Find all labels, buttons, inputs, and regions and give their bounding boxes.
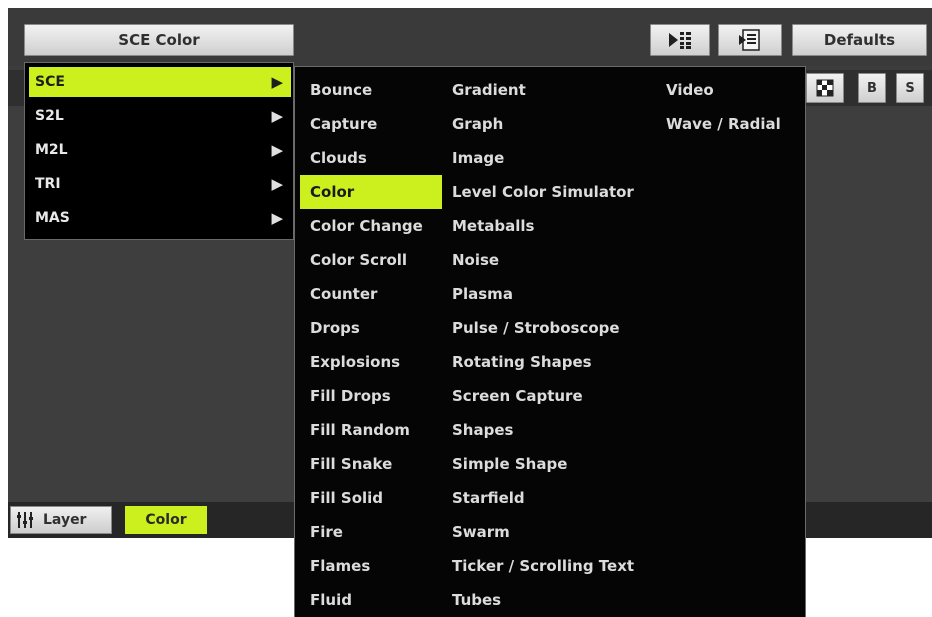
- effect-item-fill-solid[interactable]: Fill Solid: [300, 481, 442, 515]
- effect-item-starfield[interactable]: Starfield: [442, 481, 656, 515]
- effect-item-tubes[interactable]: Tubes: [442, 583, 656, 617]
- submenu-arrow-icon: ▶: [271, 73, 283, 91]
- layer-button[interactable]: Layer: [10, 506, 112, 534]
- menu-item-s2l[interactable]: S2L ▶: [29, 101, 291, 131]
- menu-item-mas[interactable]: MAS ▶: [29, 203, 291, 233]
- effect-item-swarm[interactable]: Swarm: [442, 515, 656, 549]
- color-tab[interactable]: Color: [125, 506, 207, 534]
- submenu-arrow-icon: ▶: [271, 175, 283, 193]
- menu-item-sce[interactable]: SCE ▶: [29, 67, 291, 97]
- menu-item-label: MAS: [35, 210, 70, 226]
- list-page-button[interactable]: [718, 24, 782, 56]
- effect-item-counter[interactable]: Counter: [300, 277, 442, 311]
- effect-item-rotating-shapes[interactable]: Rotating Shapes: [442, 345, 656, 379]
- s-button[interactable]: S: [896, 73, 924, 103]
- effect-item-fluid[interactable]: Fluid: [300, 583, 442, 617]
- effect-item-wave-radial[interactable]: Wave / Radial: [656, 107, 802, 141]
- checkerboard-icon: [816, 79, 834, 97]
- submenu-arrow-icon: ▶: [271, 141, 283, 159]
- effect-item-capture[interactable]: Capture: [300, 107, 442, 141]
- mixer-sliders-icon: [17, 512, 33, 528]
- effect-item-pulse-stroboscope[interactable]: Pulse / Stroboscope: [442, 311, 656, 345]
- effect-item-explosions[interactable]: Explosions: [300, 345, 442, 379]
- effect-item-fill-random[interactable]: Fill Random: [300, 413, 442, 447]
- effect-item-image[interactable]: Image: [442, 141, 656, 175]
- effect-item-noise[interactable]: Noise: [442, 243, 656, 277]
- effect-item-metaballs[interactable]: Metaballs: [442, 209, 656, 243]
- defaults-button[interactable]: Defaults: [792, 24, 927, 56]
- effect-item-shapes[interactable]: Shapes: [442, 413, 656, 447]
- effect-item-color-change[interactable]: Color Change: [300, 209, 442, 243]
- effect-item-level-color-simulator[interactable]: Level Color Simulator: [442, 175, 656, 209]
- effect-item-color[interactable]: Color: [300, 175, 442, 209]
- effect-item-ticker-scrolling-text[interactable]: Ticker / Scrolling Text: [442, 549, 656, 583]
- menu-item-label: M2L: [35, 142, 68, 158]
- menu-item-label: S2L: [35, 108, 64, 124]
- effect-item-simple-shape[interactable]: Simple Shape: [442, 447, 656, 481]
- effect-item-clouds[interactable]: Clouds: [300, 141, 442, 175]
- effect-item-gradient[interactable]: Gradient: [442, 73, 656, 107]
- menu-item-m2l[interactable]: M2L ▶: [29, 135, 291, 165]
- effect-item-drops[interactable]: Drops: [300, 311, 442, 345]
- effect-item-fill-snake[interactable]: Fill Snake: [300, 447, 442, 481]
- play-list-button[interactable]: [650, 24, 710, 56]
- submenu-arrow-icon: ▶: [271, 209, 283, 227]
- effect-item-screen-capture[interactable]: Screen Capture: [442, 379, 656, 413]
- effect-item-graph[interactable]: Graph: [442, 107, 656, 141]
- effect-item-plasma[interactable]: Plasma: [442, 277, 656, 311]
- play-list-icon: [669, 32, 691, 49]
- checker-button[interactable]: [806, 73, 844, 103]
- effect-item-fire[interactable]: Fire: [300, 515, 442, 549]
- list-page-icon: [739, 29, 760, 51]
- effect-item-fill-drops[interactable]: Fill Drops: [300, 379, 442, 413]
- layer-button-label: Layer: [43, 512, 87, 528]
- category-menu: SCE ▶ S2L ▶ M2L ▶ TRI ▶ MAS ▶: [24, 62, 294, 240]
- b-button[interactable]: B: [858, 73, 886, 103]
- menu-item-label: SCE: [35, 74, 65, 90]
- menu-item-tri[interactable]: TRI ▶: [29, 169, 291, 199]
- effect-item-bounce[interactable]: Bounce: [300, 73, 442, 107]
- effect-submenu: Bounce Capture Clouds Color Color Change Colo…: [294, 66, 806, 617]
- effect-item-video[interactable]: Video: [656, 73, 802, 107]
- menu-item-label: TRI: [35, 176, 61, 192]
- submenu-arrow-icon: ▶: [271, 107, 283, 125]
- effect-item-color-scroll[interactable]: Color Scroll: [300, 243, 442, 277]
- effect-item-flames[interactable]: Flames: [300, 549, 442, 583]
- effect-title-button[interactable]: SCE Color: [24, 24, 294, 56]
